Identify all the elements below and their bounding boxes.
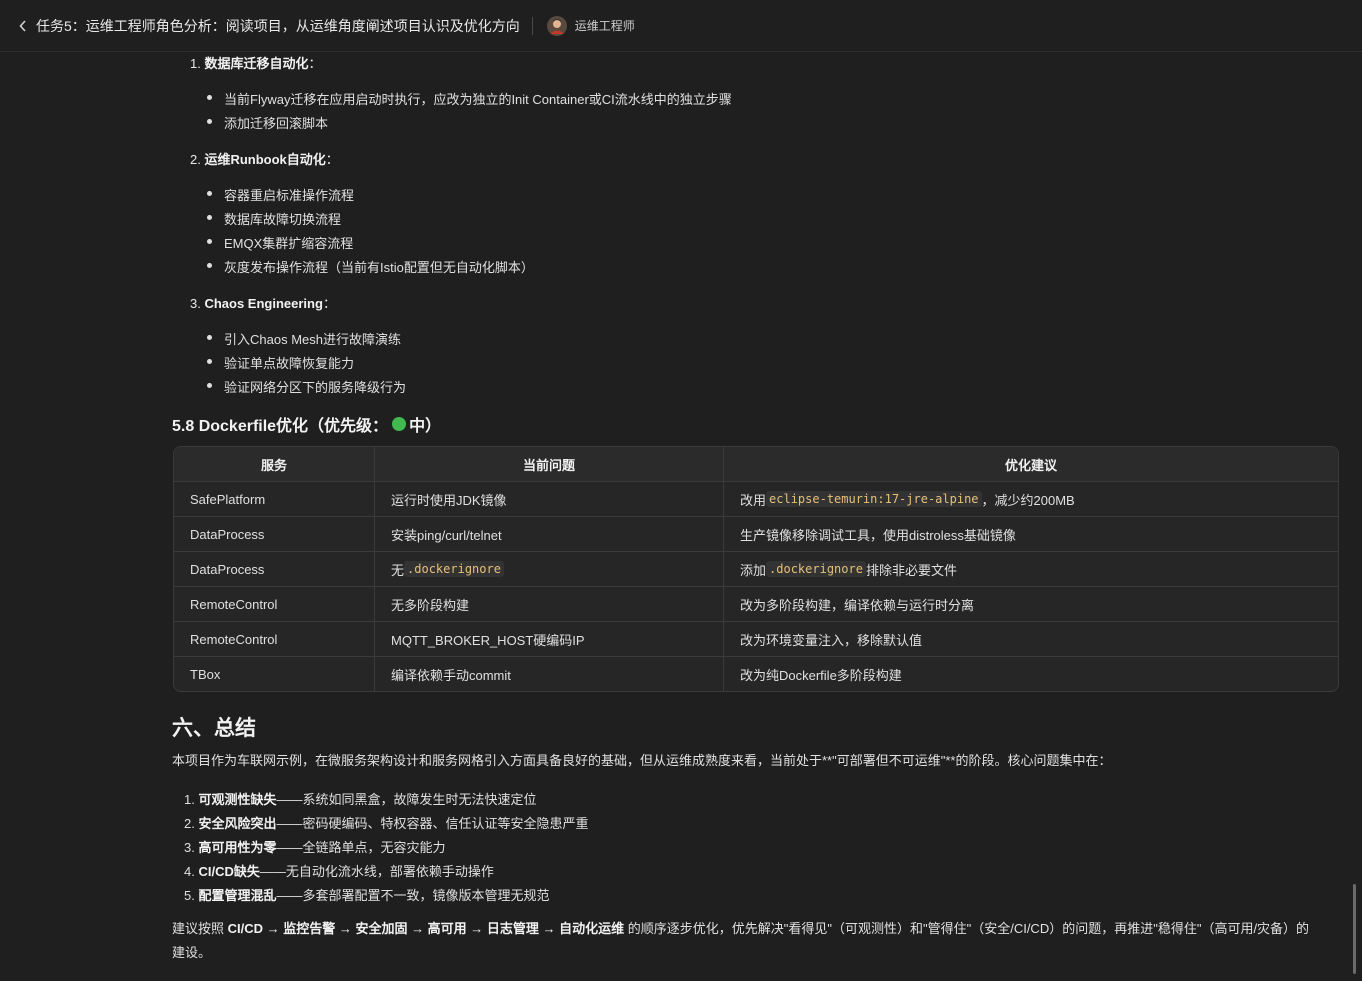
inline-code: .dockerignore	[766, 561, 866, 577]
list-item: 当前Flyway迁移在应用启动时执行，应改为独立的Init Container或…	[207, 89, 732, 108]
list-title-chaos: 3. Chaos Engineering：	[190, 296, 336, 311]
cell-problem: MQTT_BROKER_HOST硬编码IP	[375, 622, 724, 656]
list-item: 数据库故障切换流程	[206, 209, 341, 228]
column-header: 当前问题	[375, 447, 724, 481]
section-heading-dockerfile: 5.8 Dockerfile优化（优先级： 中）	[172, 417, 442, 435]
header-divider	[531, 16, 533, 35]
section-heading-summary: 六、总结	[172, 717, 256, 740]
table-header-row: 服务 当前问题 优化建议	[174, 447, 1338, 482]
cell-service: TBox	[174, 657, 375, 691]
cell-service: DataProcess	[174, 517, 375, 551]
list-item: 验证单点故障恢复能力	[206, 353, 354, 372]
scrollbar-thumb[interactable]	[1353, 884, 1356, 974]
list-item: 引入Chaos Mesh进行故障演练	[207, 329, 401, 348]
back-button[interactable]	[16, 16, 30, 36]
table-row: RemoteControl 无多阶段构建 改为多阶段构建，编译依赖与运行时分离	[174, 587, 1338, 622]
table-row: SafePlatform 运行时使用JDK镜像 改用 eclipse-temuri…	[174, 482, 1338, 517]
cell-problem: 运行时使用JDK镜像	[375, 482, 724, 516]
list-title-runbook: 2. 运维Runbook自动化：	[190, 152, 339, 167]
cell-suggestion: 改为纯Dockerfile多阶段构建	[740, 667, 902, 683]
chevron-left-icon	[19, 19, 26, 32]
inline-code: .dockerignore	[404, 561, 504, 577]
summary-closing: 建议按照 CI/CD → 监控告警 → 安全加固 → 高可用 → 日志管理 → …	[172, 921, 1310, 960]
list-item: 5. 配置管理混乱——多套部署配置不一致，镜像版本管理无规范	[184, 888, 550, 903]
list-item: 3. 高可用性为零——全链路单点，无容灾能力	[184, 840, 446, 855]
column-header: 优化建议	[1004, 457, 1057, 473]
cell-suggestion: 改用 eclipse-temurin:17-jre-alpine ，减少约200MB	[740, 491, 1075, 508]
cell-problem: 编译依赖手动commit	[375, 657, 724, 691]
role-name: 运维工程师	[574, 19, 635, 33]
cell-service: RemoteControl	[174, 587, 375, 621]
cell-service: DataProcess	[174, 552, 375, 586]
cell-problem: 无 .dockerignore	[375, 552, 724, 586]
avatar-icon	[546, 15, 567, 36]
list-item: 2. 安全风险突出——密码硬编码、特权容器、信任认证等安全隐患严重	[184, 816, 589, 831]
cell-service: RemoteControl	[174, 622, 375, 656]
avatar[interactable]	[546, 15, 567, 36]
table-row: DataProcess 无 .dockerignore 添加 .dockerig…	[174, 552, 1338, 587]
cell-problem: 安装ping/curl/telnet	[375, 517, 724, 551]
list-item: 验证网络分区下的服务降级行为	[206, 377, 406, 396]
table-row: RemoteControl MQTT_BROKER_HOST硬编码IP 改为环境…	[174, 622, 1338, 657]
cell-suggestion: 改为环境变量注入，移除默认值	[740, 632, 923, 648]
inline-code: eclipse-temurin:17-jre-alpine	[766, 491, 982, 507]
cell-problem: 无多阶段构建	[375, 587, 724, 621]
list-item: 容器重启标准操作流程	[206, 185, 354, 204]
list-item: EMQX集群扩缩容流程	[206, 233, 353, 252]
table-row: DataProcess 安装ping/curl/telnet 生产镜像移除调试工…	[174, 517, 1338, 552]
list-title-db-migration: 1. 数据库迁移自动化：	[190, 56, 322, 71]
summary-intro: 本项目作为车联网示例，在微服务架构设计和服务网格引入方面具备良好的基础，但从运维…	[172, 753, 1112, 768]
chat-header: 任务5：运维工程师角色分析：阅读项目，从运维角度阐述项目认识及优化方向 运维工程…	[0, 0, 1362, 52]
list-item: 灰度发布操作流程（当前有Istio配置但无自动化脚本）	[207, 257, 534, 276]
list-item: 添加迁移回滚脚本	[206, 113, 328, 132]
list-item: 1. 可观测性缺失——系统如同黑盒，故障发生时无法快速定位	[184, 792, 537, 807]
table-row: TBox 编译依赖手动commit 改为纯Dockerfile多阶段构建	[174, 657, 1338, 691]
priority-dot-icon	[392, 417, 407, 431]
list-item: 4. CI/CD缺失——无自动化流水线，部署依赖手动操作	[184, 864, 494, 879]
cell-service: SafePlatform	[174, 482, 375, 516]
dockerfile-table: 服务 当前问题 优化建议 SafePlatform 运行时使用JDK镜像 改用 e…	[173, 446, 1339, 692]
cell-suggestion: 生产镜像移除调试工具，使用distroless基础镜像	[740, 527, 1016, 543]
cell-suggestion: 添加 .dockerignore 排除非必要文件	[740, 561, 957, 578]
page-title: 任务5：运维工程师角色分析：阅读项目，从运维角度阐述项目认识及优化方向	[36, 17, 520, 34]
column-header: 服务	[174, 447, 375, 481]
cell-suggestion: 改为多阶段构建，编译依赖与运行时分离	[740, 597, 975, 613]
